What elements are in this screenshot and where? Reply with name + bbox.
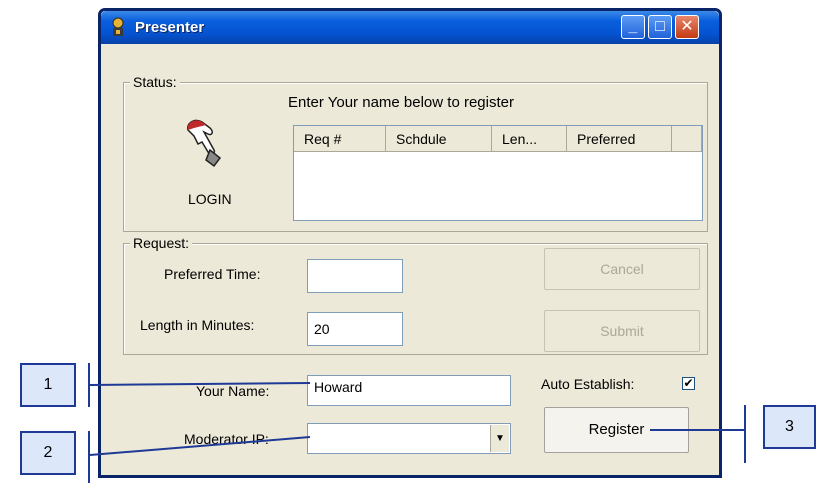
callout-2-bar <box>88 431 90 483</box>
callout-2: 2 <box>20 431 76 475</box>
callout-3: 3 <box>763 405 816 449</box>
callout-1-line <box>89 382 311 386</box>
callout-2-line <box>89 436 311 456</box>
callout-1-bar <box>88 363 90 407</box>
callout-1: 1 <box>20 363 76 407</box>
callout-lines <box>89 382 745 456</box>
callout-3-bar <box>744 405 746 463</box>
